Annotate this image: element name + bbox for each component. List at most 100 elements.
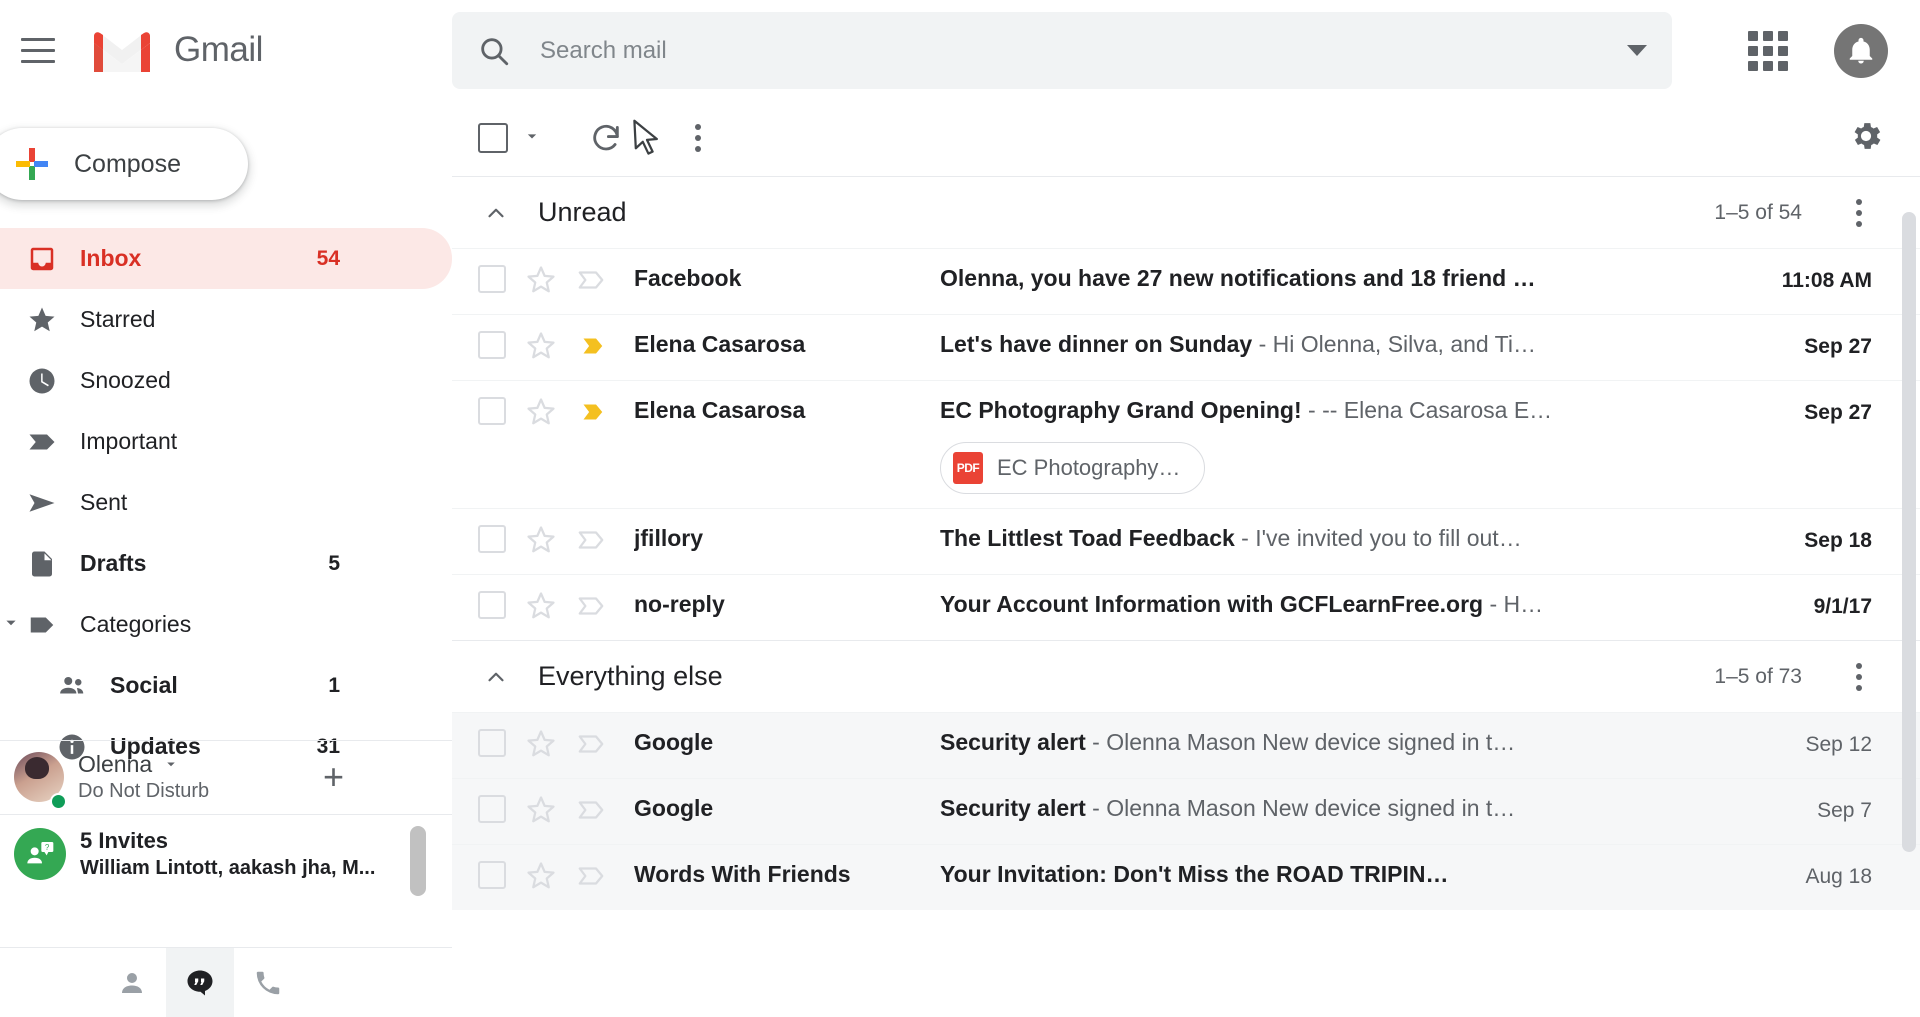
- add-contact-plus-icon[interactable]: +: [323, 759, 344, 795]
- invite-person-icon: ?: [14, 828, 66, 880]
- row-subject-line: Let's have dinner on Sunday - Hi Olenna,…: [940, 331, 1580, 358]
- search-bar[interactable]: [452, 12, 1672, 89]
- section-title: Unread: [538, 197, 627, 228]
- important-icon[interactable]: [576, 331, 606, 366]
- mail-list-scrollbar[interactable]: [1902, 212, 1916, 852]
- sidebar-item-important[interactable]: Important: [0, 411, 452, 472]
- table-row[interactable]: Facebook Olenna, you have 27 new notific…: [452, 248, 1920, 314]
- compose-button[interactable]: Compose: [0, 128, 248, 200]
- apps-grid-icon[interactable]: [1742, 25, 1794, 77]
- row-body: Security alert - Olenna Mason New device…: [940, 729, 1920, 756]
- row-checkbox[interactable]: [478, 265, 506, 293]
- sidebar-item-drafts[interactable]: Drafts 5: [0, 533, 452, 594]
- star-icon: [18, 305, 66, 335]
- sidebar-nav: Inbox 54 Starred Snoozed: [0, 228, 452, 777]
- account-status: Do Not Disturb: [78, 780, 209, 803]
- search-icon[interactable]: [464, 21, 524, 81]
- important-icon[interactable]: [576, 591, 606, 626]
- attachment-chip[interactable]: PDF EC Photography…: [940, 442, 1205, 494]
- account-chevron-down-icon[interactable]: [162, 755, 180, 773]
- hamburger-menu-icon[interactable]: [8, 20, 68, 80]
- gmail-brand[interactable]: Gmail: [90, 25, 263, 75]
- compose-label: Compose: [74, 150, 181, 179]
- contacts-person-icon[interactable]: [98, 948, 166, 1017]
- notification-bell-icon[interactable]: [1834, 24, 1888, 78]
- row-checkbox[interactable]: [478, 397, 506, 425]
- sidebar-item-categories[interactable]: Categories: [0, 594, 452, 655]
- invites-row[interactable]: ? 5 Invites William Lintott, aakash jha,…: [0, 814, 452, 892]
- clock-icon: [18, 366, 66, 396]
- refresh-icon[interactable]: [578, 110, 634, 166]
- star-icon[interactable]: [526, 525, 556, 560]
- table-row[interactable]: Elena Casarosa EC Photography Grand Open…: [452, 380, 1920, 508]
- account-name-row: Olenna: [78, 751, 209, 778]
- important-icon[interactable]: [576, 525, 606, 560]
- star-icon[interactable]: [526, 265, 556, 300]
- section-title: Everything else: [538, 661, 723, 692]
- select-all-chevron-down-icon[interactable]: [522, 126, 542, 151]
- invites-title: 5 Invites: [80, 828, 375, 854]
- section-more-vertical-icon[interactable]: [1856, 663, 1862, 691]
- chevron-up-icon[interactable]: [472, 200, 520, 226]
- sidebar-item-inbox[interactable]: Inbox 54: [0, 228, 452, 289]
- important-icon[interactable]: [576, 265, 606, 300]
- row-checkbox[interactable]: [478, 729, 506, 757]
- star-icon[interactable]: [526, 397, 556, 432]
- important-icon[interactable]: [576, 795, 606, 830]
- row-snippet: - Hi Olenna, Silva, and Ti…: [1252, 331, 1536, 357]
- table-row[interactable]: jfillory The Littlest Toad Feedback - I'…: [452, 508, 1920, 574]
- table-row[interactable]: Google Security alert - Olenna Mason New…: [452, 778, 1920, 844]
- star-icon[interactable]: [526, 795, 556, 830]
- sidebar-item-sent[interactable]: Sent: [0, 472, 452, 533]
- categories-expand-chevron-icon[interactable]: [0, 611, 22, 638]
- search-options-chevron-down-icon[interactable]: [1602, 45, 1672, 56]
- gmail-window: Gmail: [0, 0, 1920, 1017]
- row-snippet: - Olenna Mason New device signed in t…: [1086, 795, 1516, 821]
- row-subject-line: The Littlest Toad Feedback - I've invite…: [940, 525, 1580, 552]
- svg-text:?: ?: [45, 843, 50, 852]
- row-body: Your Account Information with GCFLearnFr…: [940, 591, 1920, 618]
- phone-icon[interactable]: [234, 948, 302, 1017]
- label-icon: [18, 610, 66, 640]
- sidebar-item-starred[interactable]: Starred: [0, 289, 452, 350]
- sidebar-item-label: Categories: [80, 611, 191, 638]
- star-icon[interactable]: [526, 861, 556, 896]
- row-checkbox[interactable]: [478, 591, 506, 619]
- row-checkbox[interactable]: [478, 525, 506, 553]
- sidebar-item-snoozed[interactable]: Snoozed: [0, 350, 452, 411]
- section-more-vertical-icon[interactable]: [1856, 199, 1862, 227]
- row-checkbox[interactable]: [478, 795, 506, 823]
- important-icon[interactable]: [576, 861, 606, 896]
- account-text: Olenna Do Not Disturb: [78, 751, 209, 803]
- account-status-row[interactable]: Olenna Do Not Disturb +: [0, 740, 452, 812]
- table-row[interactable]: Google Security alert - Olenna Mason New…: [452, 712, 1920, 778]
- row-checkbox[interactable]: [478, 331, 506, 359]
- table-row[interactable]: Elena Casarosa Let's have dinner on Sund…: [452, 314, 1920, 380]
- row-checkbox[interactable]: [478, 861, 506, 889]
- row-date: Aug 18: [1805, 865, 1872, 889]
- chevron-up-icon[interactable]: [472, 664, 520, 690]
- hangouts-quote-icon[interactable]: [166, 948, 234, 1017]
- presence-dot: [50, 793, 67, 810]
- table-row[interactable]: Words With Friends Your Invitation: Don'…: [452, 844, 1920, 910]
- inbox-icon: [18, 244, 66, 274]
- star-icon[interactable]: [526, 729, 556, 764]
- row-body: Security alert - Olenna Mason New device…: [940, 795, 1920, 822]
- invites-subtitle: William Lintott, aakash jha, M...: [80, 857, 375, 880]
- sidebar-item-social[interactable]: Social 1: [0, 655, 452, 716]
- table-row[interactable]: no-reply Your Account Information with G…: [452, 574, 1920, 640]
- mail-list-panel: Unread 1–5 of 54 Facebook Olen: [452, 100, 1920, 1017]
- star-icon[interactable]: [526, 331, 556, 366]
- row-date: 11:08 AM: [1782, 269, 1872, 293]
- more-vertical-icon[interactable]: [670, 110, 726, 166]
- search-input[interactable]: [524, 37, 1602, 65]
- account-name: Olenna: [78, 751, 152, 778]
- gear-icon[interactable]: [1848, 118, 1884, 159]
- select-all-checkbox-icon[interactable]: [478, 123, 508, 153]
- sidebar-scrollbar[interactable]: [410, 826, 426, 896]
- important-icon[interactable]: [576, 729, 606, 764]
- important-icon[interactable]: [576, 397, 606, 432]
- star-icon[interactable]: [526, 591, 556, 626]
- sent-icon: [18, 488, 66, 518]
- row-date: Sep 27: [1804, 401, 1872, 425]
